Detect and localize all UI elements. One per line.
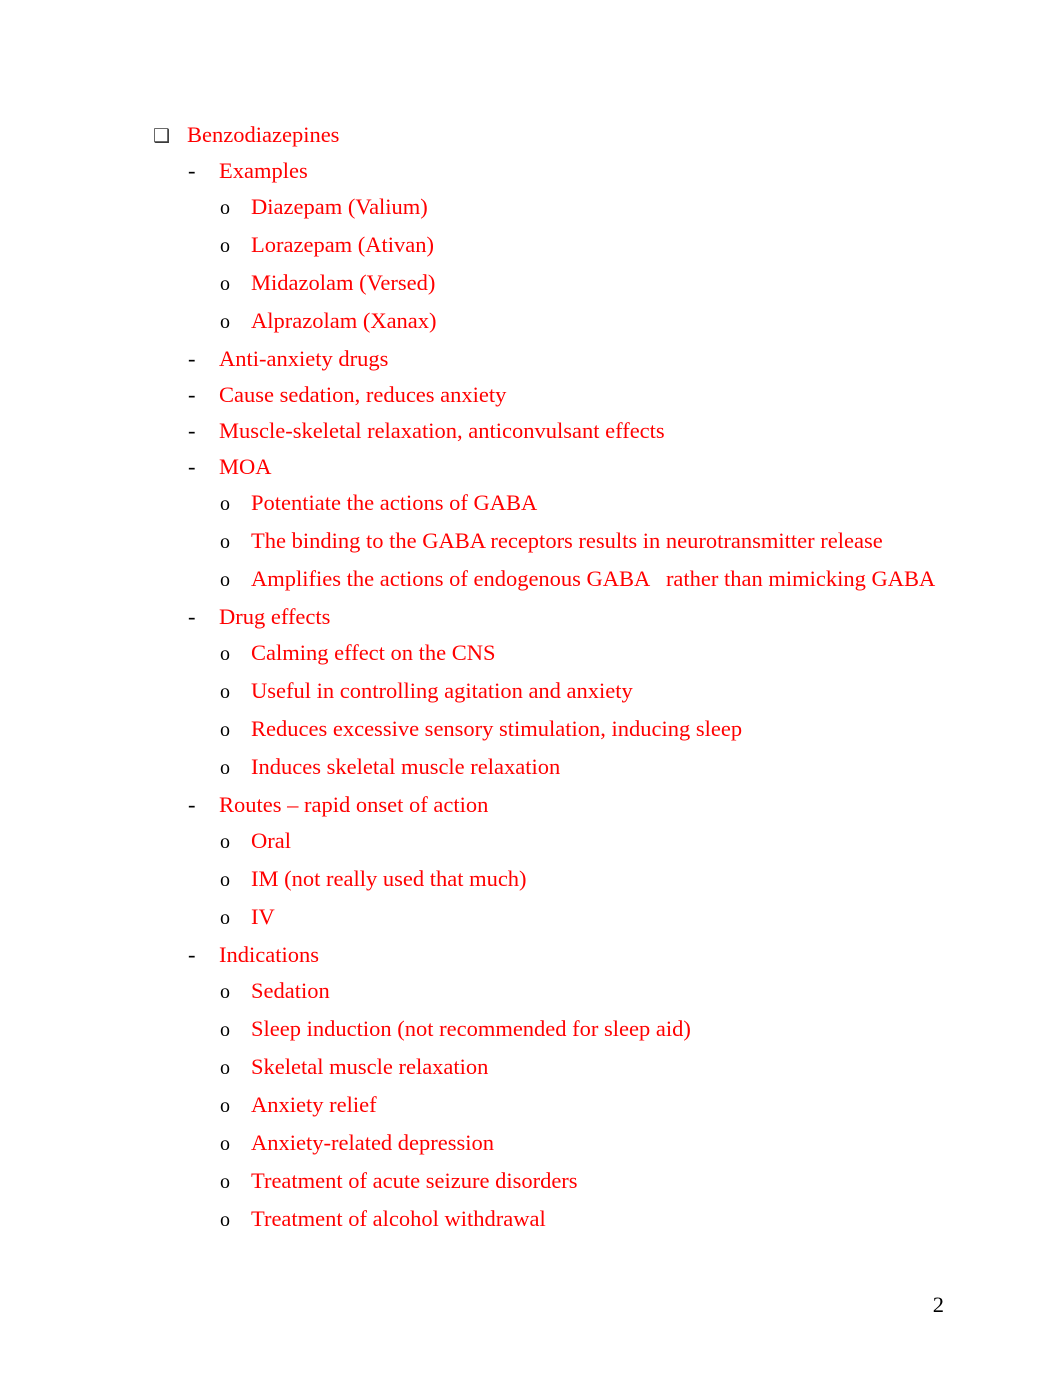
outline-item-text: Drug effects — [219, 604, 331, 629]
outline-item-text: Routes – rapid onset of action — [219, 792, 489, 817]
outline-item-level-3: o Sleep induction (not recommended for sl… — [0, 1016, 1062, 1054]
list-bullet-icon: o — [220, 531, 230, 553]
list-bullet-icon: o — [220, 643, 230, 665]
list-bullet-icon: - — [188, 382, 196, 407]
list-bullet-icon: o — [220, 907, 230, 929]
list-bullet-icon: - — [188, 418, 196, 443]
outline-item-text: Reduces excessive sensory stimulation, i… — [251, 716, 743, 741]
list-bullet-icon: o — [220, 981, 230, 1003]
list-bullet-icon: o — [220, 681, 230, 703]
outline-item-level-3: o IM (not really used that much) — [0, 866, 1062, 904]
outline-item-level-3: o Oral — [0, 828, 1062, 866]
outline-item-text: Muscle-skeletal relaxation, anticonvulsa… — [219, 418, 665, 443]
outline-item-level-3: o Lorazepam (Ativan) — [0, 232, 1062, 270]
outline-item-level-1: ❑ Benzodiazepines — [0, 122, 1062, 158]
list-bullet-icon: o — [220, 1171, 230, 1193]
outline-item-text: IM (not really used that much) — [251, 866, 527, 891]
list-bullet-icon: o — [220, 197, 230, 219]
outline-item-level-3: o Potentiate the actions of GABA — [0, 490, 1062, 528]
page-number: 2 — [932, 1292, 944, 1317]
outline-item-level-3: o Useful in controlling agitation and anx… — [0, 678, 1062, 716]
outline-item-text: Calming effect on the CNS — [251, 640, 496, 665]
list-bullet-icon: o — [220, 719, 230, 741]
outline-item-text: Benzodiazepines — [187, 122, 340, 147]
document-page: ❑ Benzodiazepines - Examples o Diazepam (Vali… — [0, 0, 1062, 1376]
list-bullet-icon: o — [220, 1019, 230, 1041]
list-bullet-icon: o — [220, 1133, 230, 1155]
outline-item-text: Sedation — [251, 978, 330, 1003]
outline-item-text: Useful in controlling agitation and anxi… — [251, 678, 633, 703]
outline-item-level-3: o Midazolam (Versed) — [0, 270, 1062, 308]
outline-item-text: Anxiety relief — [251, 1092, 377, 1117]
list-bullet-icon: o — [220, 273, 230, 295]
outline-item-level-2: - Drug effects — [0, 604, 1062, 640]
outline-item-text: MOA — [219, 454, 272, 479]
outline-item-text: Lorazepam (Ativan) — [251, 232, 435, 257]
outline-item-level-3: o Diazepam (Valium) — [0, 194, 1062, 232]
outline-item-level-3: o Anxiety-related depression — [0, 1130, 1062, 1168]
outline-item-text: Potentiate the actions of GABA — [251, 490, 538, 515]
list-bullet-icon: o — [220, 235, 230, 257]
outline-item-level-3: o IV — [0, 904, 1062, 942]
list-bullet-icon: o — [220, 1209, 230, 1231]
outline-item-text: Treatment of acute seizure disorders — [251, 1168, 578, 1193]
list-bullet-icon: o — [220, 493, 230, 515]
outline-item-level-3: o Sedation — [0, 978, 1062, 1016]
outline-item-text: Alprazolam (Xanax) — [251, 308, 437, 333]
outline-item-level-2: - Routes – rapid onset of action — [0, 792, 1062, 828]
list-bullet-icon: o — [220, 311, 230, 333]
outline-item-text: Amplifies the actions of endogenous GABA… — [251, 566, 936, 591]
outline-item-level-2: - Anti-anxiety drugs — [0, 346, 1062, 382]
outline-item-level-2: - Examples — [0, 158, 1062, 194]
outline-item-text: Cause sedation, reduces anxiety — [219, 382, 507, 407]
outline-item-text: Midazolam (Versed) — [251, 270, 436, 295]
list-bullet-icon: ❑ — [153, 125, 171, 147]
outline-item-text: Indications — [219, 942, 319, 967]
list-bullet-icon: - — [188, 454, 196, 479]
list-bullet-icon: - — [188, 604, 196, 629]
list-bullet-icon: o — [220, 569, 230, 591]
list-bullet-icon: - — [188, 346, 196, 371]
outline-item-text: Oral — [251, 828, 291, 853]
outline-item-level-3: o Treatment of alcohol withdrawal — [0, 1206, 1062, 1244]
list-bullet-icon: o — [220, 869, 230, 891]
outline-item-level-3: o Reduces excessive sensory stimulation, … — [0, 716, 1062, 754]
outline-item-text: Treatment of alcohol withdrawal — [251, 1206, 546, 1231]
outline-item-level-3: o Alprazolam (Xanax) — [0, 308, 1062, 346]
outline-item-text: Anti-anxiety drugs — [219, 346, 389, 371]
outline-item-level-3: o Skeletal muscle relaxation — [0, 1054, 1062, 1092]
outline-item-level-2: - MOA — [0, 454, 1062, 490]
outline-item-level-2: - Cause sedation, reduces anxiety — [0, 382, 1062, 418]
outline-item-text: Anxiety-related depression — [251, 1130, 495, 1155]
list-bullet-icon: o — [220, 1095, 230, 1117]
outline-item-text: Examples — [219, 158, 308, 183]
outline-item-level-3: o Amplifies the actions of endogenous GAB… — [0, 566, 1062, 604]
outline-item-level-3: o Calming effect on the CNS — [0, 640, 1062, 678]
list-bullet-icon: - — [188, 158, 196, 183]
list-bullet-icon: - — [188, 792, 196, 817]
list-bullet-icon: - — [188, 942, 196, 967]
outline-item-text: Diazepam (Valium) — [251, 194, 428, 219]
outline-item-level-2: - Muscle-skeletal relaxation, anticonvuls… — [0, 418, 1062, 454]
outline-item-level-2: - Indications — [0, 942, 1062, 978]
list-bullet-icon: o — [220, 831, 230, 853]
outline-item-level-3: o Induces skeletal muscle relaxation — [0, 754, 1062, 792]
outline-item-level-3: o Anxiety relief — [0, 1092, 1062, 1130]
outline-list: ❑ Benzodiazepines - Examples o Diazepam (Vali… — [0, 122, 1062, 1244]
outline-item-text: Sleep induction (not recommended for sle… — [251, 1016, 691, 1041]
outline-item-text: The binding to the GABA receptors result… — [251, 528, 883, 553]
outline-item-text: IV — [251, 904, 275, 929]
outline-item-level-3: o The binding to the GABA receptors resul… — [0, 528, 1062, 566]
outline-item-text: Skeletal muscle relaxation — [251, 1054, 489, 1079]
list-bullet-icon: o — [220, 1057, 230, 1079]
list-bullet-icon: o — [220, 757, 230, 779]
outline-item-text: Induces skeletal muscle relaxation — [251, 754, 561, 779]
outline-item-level-3: o Treatment of acute seizure disorders — [0, 1168, 1062, 1206]
